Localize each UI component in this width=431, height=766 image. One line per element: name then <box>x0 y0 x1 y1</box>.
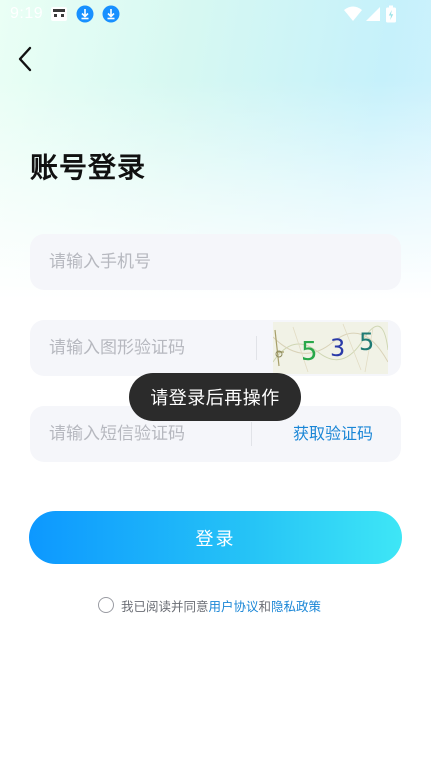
captcha-char: 5 <box>301 337 318 367</box>
status-bar: 9:19 <box>0 0 431 28</box>
privacy-policy-link[interactable]: 隐私政策 <box>271 596 321 615</box>
back-button[interactable] <box>8 42 42 76</box>
toast-message: 请登录后再操作 <box>129 373 301 421</box>
login-button[interactable]: 登录 <box>29 511 402 564</box>
captcha-char: 3 <box>330 334 345 362</box>
phone-input[interactable] <box>30 234 401 290</box>
agreement-checkbox[interactable] <box>98 597 114 613</box>
wifi-icon <box>343 5 363 23</box>
captcha-image[interactable]: 5 3 5 <box>272 322 389 374</box>
status-time: 9:19 <box>10 5 44 22</box>
battery-icon <box>385 5 397 23</box>
captcha-input[interactable] <box>30 320 256 376</box>
field-divider <box>251 422 252 446</box>
field-divider <box>256 336 257 360</box>
chevron-left-icon <box>16 46 34 72</box>
user-agreement-link[interactable]: 用户协议 <box>209 596 259 615</box>
page-title: 账号登录 <box>30 151 147 184</box>
cellular-signal-icon <box>365 5 383 23</box>
download-icon <box>102 5 120 23</box>
agreement-row: 我已阅读并同意 用户协议 和 隐私政策 <box>98 594 321 616</box>
phone-field-container <box>30 234 401 290</box>
agreement-prefix: 我已阅读并同意 <box>121 598 209 614</box>
toast-text: 请登录后再操作 <box>150 388 280 409</box>
download-icon <box>76 5 94 23</box>
app-badge-icon <box>50 5 68 23</box>
agreement-conjunction: 和 <box>258 598 272 614</box>
captcha-field-container: 5 3 5 <box>30 320 401 376</box>
get-code-button[interactable]: 获取验证码 <box>293 406 373 462</box>
captcha-char: 5 <box>359 328 374 356</box>
